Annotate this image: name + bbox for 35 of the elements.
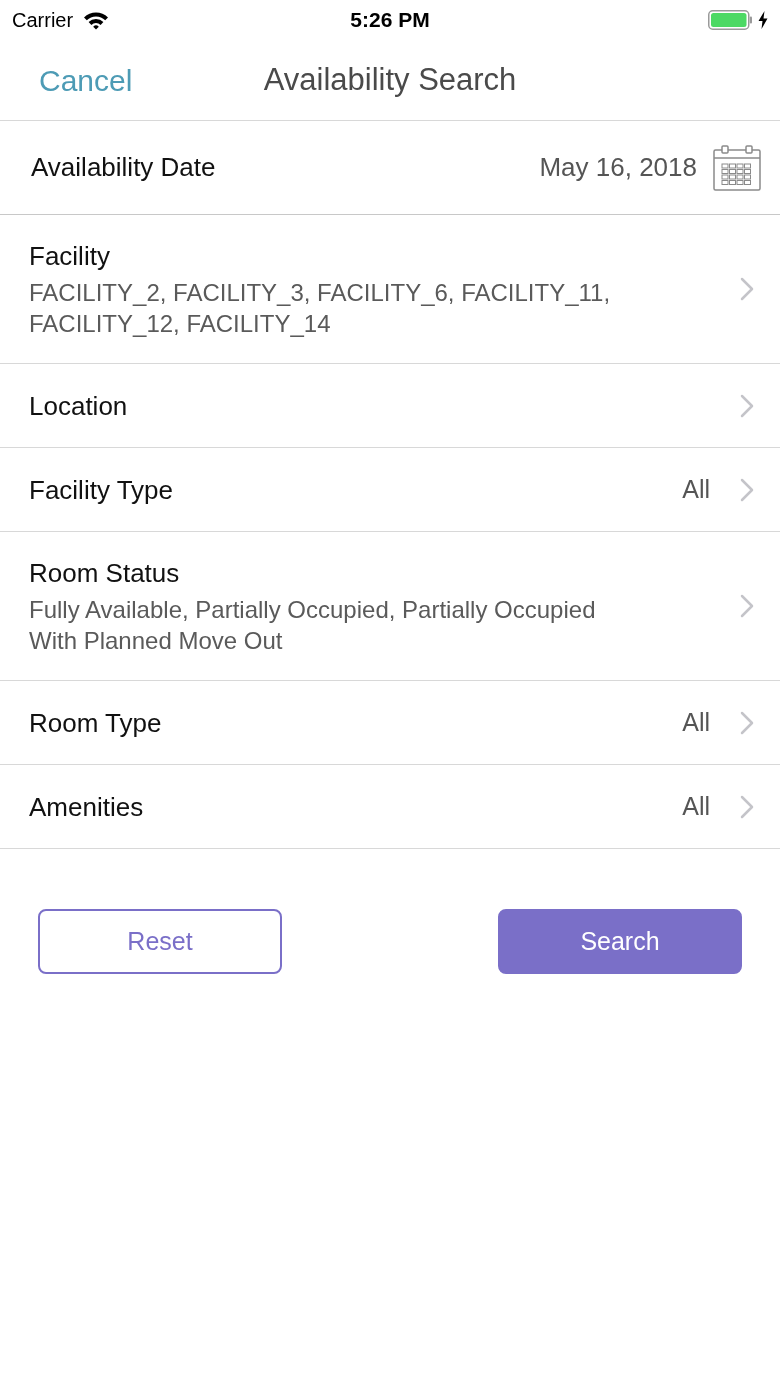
date-row[interactable]: Availability Date May 16, 2018 — [0, 121, 780, 215]
filter-label: Room Type — [29, 706, 163, 740]
chevron-right-icon — [740, 594, 754, 618]
reset-button[interactable]: Reset — [38, 909, 282, 974]
date-value: May 16, 2018 — [539, 151, 697, 184]
filter-row[interactable]: Location — [0, 364, 780, 448]
date-label: Availability Date — [31, 151, 216, 184]
filter-value: All — [682, 473, 710, 505]
filter-label: Facility Type — [29, 473, 174, 507]
filter-row[interactable]: Amenities All — [0, 765, 780, 849]
filter-row[interactable]: Room Status Fully Available, Partially Occupied, Partially Occupied With Planned Move Out — [0, 532, 780, 681]
filter-label: Amenities — [29, 790, 145, 824]
chevron-right-icon — [740, 477, 754, 502]
wifi-icon — [83, 10, 110, 30]
filter-label: Location — [29, 389, 129, 423]
filter-selection: FACILITY_2, FACILITY_3, FACILITY_6, FACILITY_11, FACILITY_12, FACILITY_14 — [29, 278, 612, 339]
chevron-right-icon — [740, 794, 754, 819]
chevron-right-icon — [740, 710, 754, 735]
chevron-right-icon — [740, 393, 754, 418]
battery-icon — [708, 10, 752, 30]
filter-label: Room Status — [29, 557, 181, 590]
filter-value: All — [682, 790, 710, 822]
status-time: 5:26 PM — [350, 7, 430, 34]
screen-title: Availability Search — [263, 60, 517, 99]
filter-row[interactable]: Facility FACILITY_2, FACILITY_3, FACILITY_6, FACILITY_11, FACILITY_12, FACILITY_14 — [0, 215, 780, 364]
chevron-right-icon — [740, 277, 754, 301]
filter-label: Facility — [29, 240, 111, 273]
calendar-icon[interactable] — [713, 144, 761, 191]
charging-bolt-icon — [758, 11, 768, 29]
filter-row[interactable]: Facility Type All — [0, 448, 780, 532]
filter-value: All — [682, 706, 710, 738]
search-button[interactable]: Search — [498, 909, 742, 974]
carrier-label: Carrier — [12, 8, 74, 33]
filter-row[interactable]: Room Type All — [0, 681, 780, 765]
filter-selection: Fully Available, Partially Occupied, Partially Occupied With Planned Move Out — [29, 595, 597, 656]
